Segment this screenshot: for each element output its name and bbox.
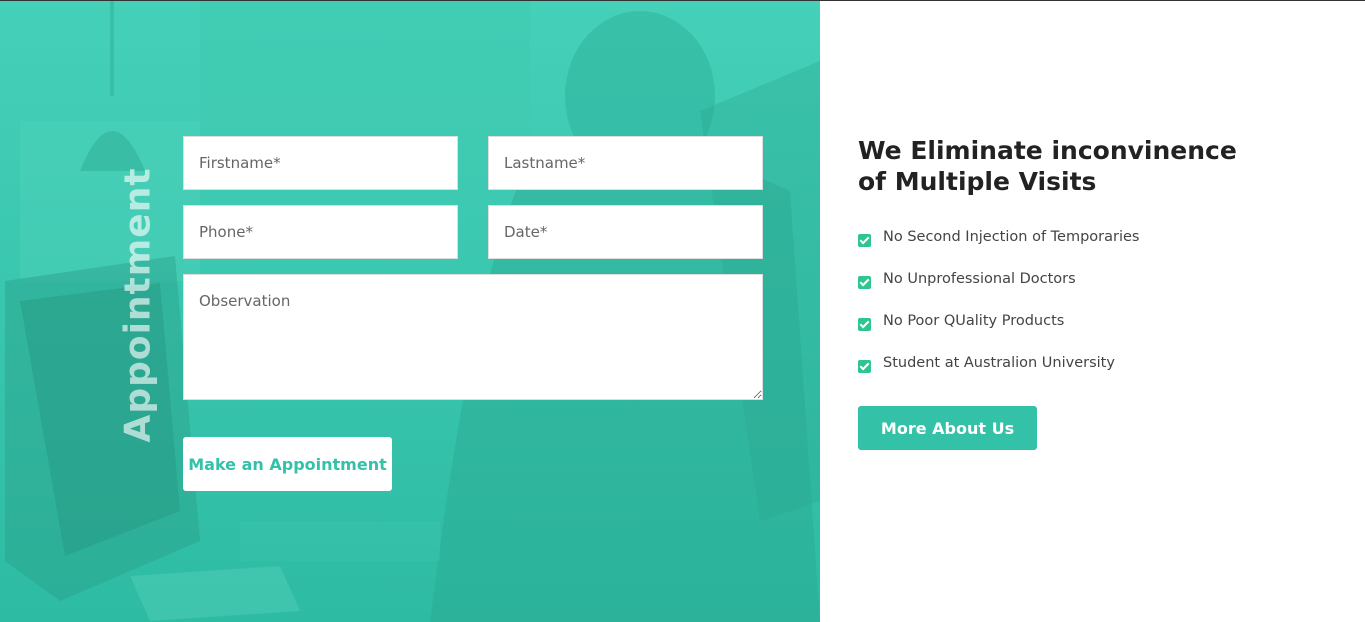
page: Appointment Make an Appointment We Elimi… [0, 0, 1365, 622]
feature-label: Student at Australion University [883, 355, 1115, 371]
feature-label: No Unprofessional Doctors [883, 271, 1076, 287]
firstname-input[interactable] [183, 136, 458, 190]
info-title: We Eliminate inconvinence of Multiple Vi… [858, 136, 1237, 196]
check-square-icon [858, 318, 871, 331]
check-square-icon [858, 234, 871, 247]
lastname-input[interactable] [488, 136, 763, 190]
list-item: No Poor QUality Products [858, 313, 1139, 355]
list-item: No Unprofessional Doctors [858, 271, 1139, 313]
date-input[interactable] [488, 205, 763, 259]
observation-textarea[interactable] [183, 274, 763, 400]
make-appointment-button[interactable]: Make an Appointment [183, 437, 392, 491]
phone-input[interactable] [183, 205, 458, 259]
feature-list: No Second Injection of Temporaries No Un… [858, 229, 1139, 397]
appointment-heading: Appointment [117, 167, 159, 443]
list-item: No Second Injection of Temporaries [858, 229, 1139, 271]
more-about-us-button[interactable]: More About Us [858, 406, 1037, 450]
feature-label: No Second Injection of Temporaries [883, 229, 1140, 245]
feature-label: No Poor QUality Products [883, 313, 1065, 329]
appointment-section: Appointment Make an Appointment [0, 1, 820, 622]
list-item: Student at Australion University [858, 355, 1139, 397]
check-square-icon [858, 360, 871, 373]
check-square-icon [858, 276, 871, 289]
